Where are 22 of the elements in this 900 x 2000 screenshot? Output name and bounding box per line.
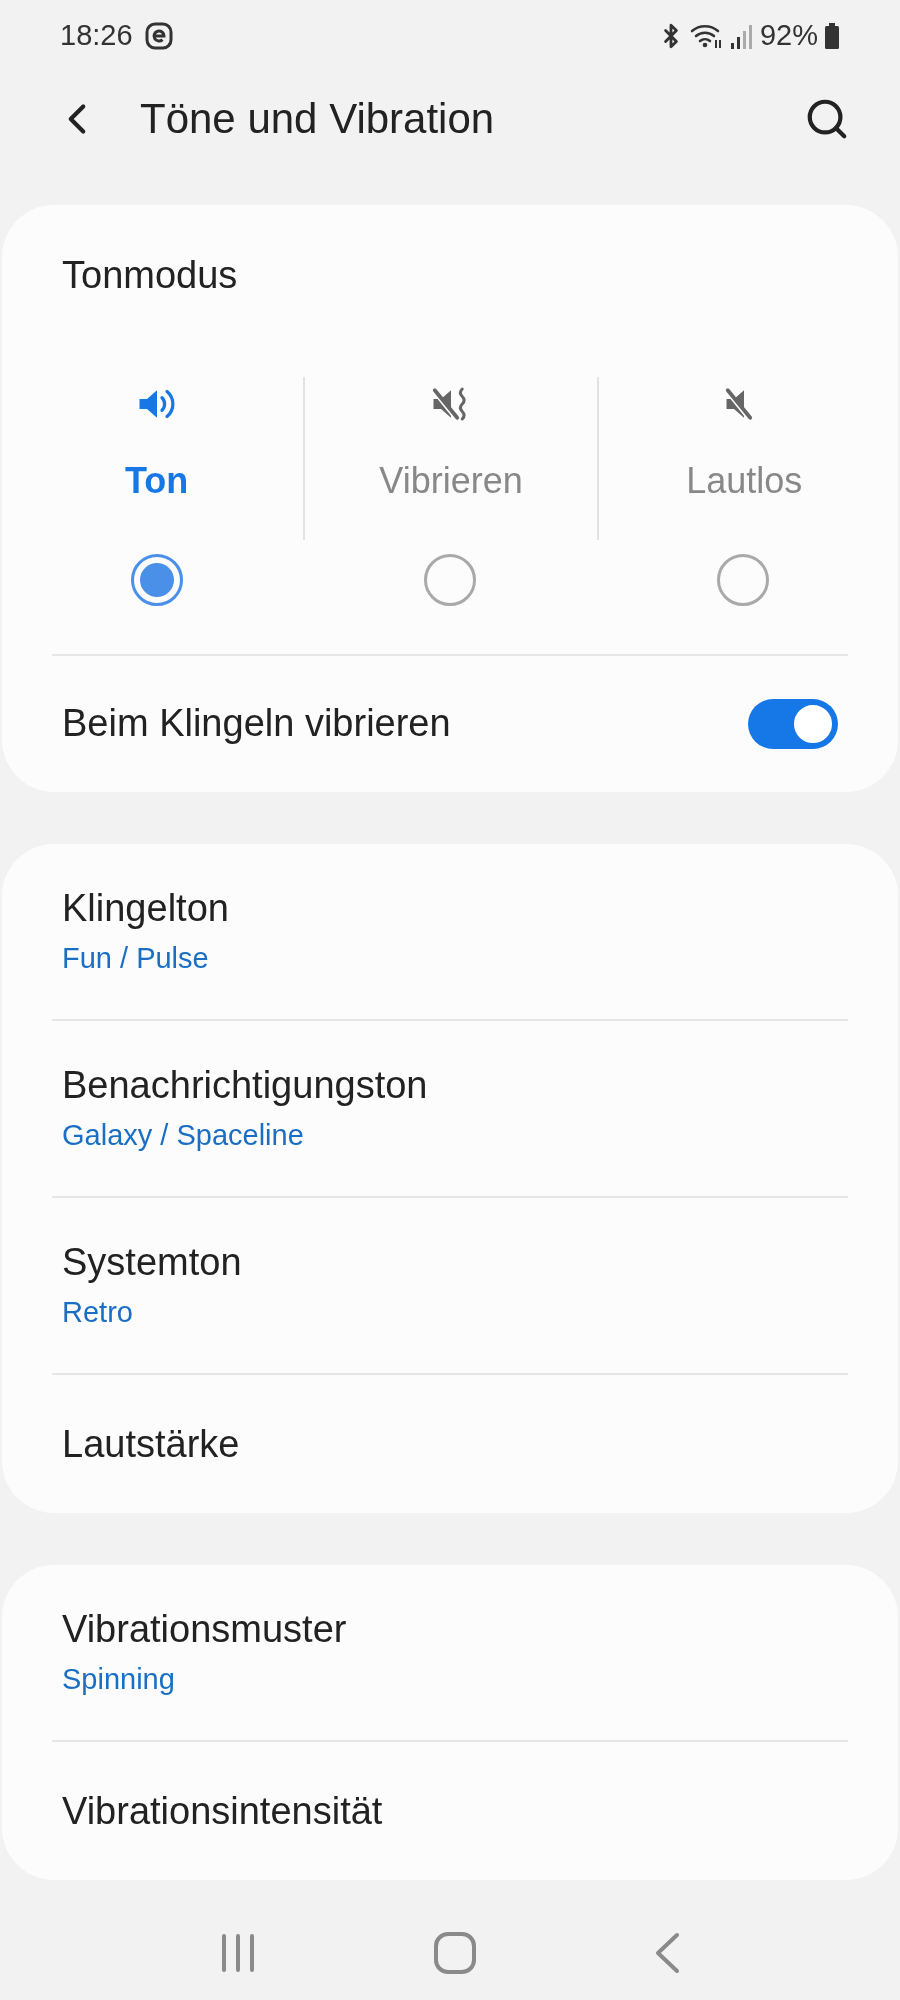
settings-item[interactable]: Klingelton Fun / Pulse <box>2 843 898 1019</box>
settings-item[interactable]: Benachrichtigungston Galaxy / Spaceline <box>2 1020 898 1196</box>
radio-button[interactable] <box>130 553 183 606</box>
mode-label: Vibrieren <box>379 458 523 503</box>
mode-label: Lautlos <box>686 458 803 503</box>
status-time: 18:26 <box>60 17 133 53</box>
setting-label: Beim Klingeln vibrieren <box>62 701 451 747</box>
battery-percentage: 92% <box>759 17 818 53</box>
page-title: Töne und Vibration <box>140 94 495 145</box>
settings-item[interactable]: Vibrationsintensität <box>2 1741 898 1880</box>
home-icon <box>433 1930 477 1975</box>
home-button[interactable] <box>433 1930 477 1975</box>
section-title: Tonmodus <box>61 252 239 298</box>
mode-label: Ton <box>125 458 189 503</box>
settings-item[interactable]: Systemton Retro <box>2 1197 898 1373</box>
e-icon <box>144 21 173 50</box>
radio-button[interactable] <box>717 553 770 606</box>
radio-button[interactable] <box>424 553 476 606</box>
settings-item[interactable]: Lautstärke <box>2 1374 898 1513</box>
settings-item[interactable]: Vibrationsmuster Spinning <box>2 1564 898 1740</box>
battery-icon <box>824 21 840 50</box>
toggle-switch[interactable] <box>748 698 838 749</box>
